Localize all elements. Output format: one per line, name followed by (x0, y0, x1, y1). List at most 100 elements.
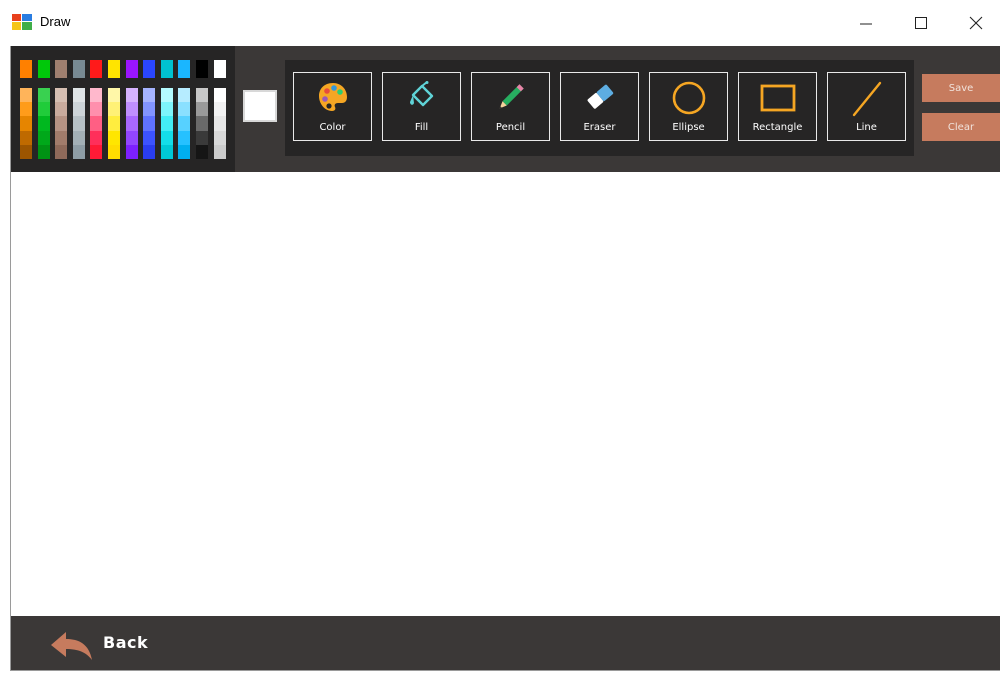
palette-shade-swatch[interactable] (196, 102, 208, 117)
palette-swatch[interactable] (125, 60, 138, 78)
eraser-tool-button[interactable]: Eraser (560, 72, 639, 141)
palette-swatch[interactable] (143, 60, 156, 78)
palette-shade-swatch[interactable] (37, 116, 50, 132)
palette-shade-swatch[interactable] (55, 88, 68, 103)
palette-shade-swatch[interactable] (143, 102, 156, 117)
bottom-bar: Back (11, 616, 1000, 670)
palette-shade-swatch[interactable] (90, 102, 103, 117)
palette-swatch[interactable] (178, 60, 191, 78)
palette-shade-swatch[interactable] (37, 144, 50, 160)
color-tool-button[interactable]: Color (293, 72, 372, 141)
pencil-icon (499, 84, 524, 109)
palette-shade-swatch[interactable] (90, 88, 103, 103)
palette-shade-swatch[interactable] (178, 130, 191, 146)
palette-shade-swatch[interactable] (55, 102, 68, 117)
palette-shade-swatch[interactable] (160, 88, 173, 103)
palette-shade-swatch[interactable] (213, 116, 226, 132)
palette-shade-swatch[interactable] (143, 88, 156, 103)
palette-shade-swatch[interactable] (213, 130, 226, 146)
ellipse-tool-button[interactable]: Ellipse (649, 72, 728, 141)
palette-shade-swatch[interactable] (20, 88, 32, 103)
palette-shade-swatch[interactable] (160, 130, 173, 146)
palette-swatch[interactable] (213, 60, 226, 78)
palette-shade-swatch[interactable] (125, 102, 138, 117)
palette-shade-swatch[interactable] (20, 116, 32, 132)
palette-swatch[interactable] (72, 60, 85, 78)
palette-shade-column (55, 88, 68, 160)
maximize-button[interactable] (895, 0, 947, 46)
palette-shade-swatch[interactable] (178, 102, 191, 117)
palette-shade-swatch[interactable] (196, 130, 208, 146)
palette-shade-swatch[interactable] (55, 116, 68, 132)
rectangle-tool-button[interactable]: Rectangle (738, 72, 817, 141)
palette-shade-column (37, 88, 50, 160)
palette-shade-swatch[interactable] (213, 102, 226, 117)
palette-shade-swatch[interactable] (72, 88, 85, 103)
line-icon (852, 81, 881, 117)
current-color-swatch[interactable] (243, 90, 277, 122)
line-tool-button[interactable]: Line (827, 72, 906, 141)
palette-shade-swatch[interactable] (125, 130, 138, 146)
palette-shade-swatch[interactable] (20, 130, 32, 146)
palette-shade-swatch[interactable] (143, 144, 156, 160)
palette-shade-swatch[interactable] (213, 144, 226, 160)
fill-tool-button[interactable]: Fill (382, 72, 461, 141)
palette-shade-swatch[interactable] (55, 130, 68, 146)
palette-shade-swatch[interactable] (72, 116, 85, 132)
palette-shade-swatch[interactable] (90, 116, 103, 132)
save-button[interactable]: Save (922, 74, 1000, 102)
palette-shade-swatch[interactable] (108, 116, 120, 132)
palette-shade-swatch[interactable] (196, 144, 208, 160)
palette-shade-swatch[interactable] (160, 144, 173, 160)
palette-shade-swatch[interactable] (108, 102, 120, 117)
palette-shade-swatch[interactable] (108, 144, 120, 160)
fill-tool-label: Fill (414, 122, 429, 133)
ellipse-icon (672, 81, 705, 115)
palette-swatch[interactable] (160, 60, 173, 78)
palette-shade-swatch[interactable] (72, 130, 85, 146)
palette-swatch[interactable] (55, 60, 68, 78)
back-button[interactable]: Back (41, 616, 161, 670)
palette-swatch[interactable] (20, 60, 32, 78)
palette-swatch[interactable] (90, 60, 103, 78)
palette-shade-swatch[interactable] (90, 130, 103, 146)
palette-shade-column (108, 88, 120, 160)
palette-shade-column (90, 88, 103, 160)
palette-shade-swatch[interactable] (143, 130, 156, 146)
palette-shade-swatch[interactable] (125, 116, 138, 132)
palette-shade-swatch[interactable] (20, 102, 32, 117)
palette-shade-swatch[interactable] (90, 144, 103, 160)
palette-shade-swatch[interactable] (37, 88, 50, 103)
palette-shade-swatch[interactable] (125, 144, 138, 160)
palette-shade-swatch[interactable] (160, 116, 173, 132)
clear-button[interactable]: Clear (922, 113, 1000, 141)
palette-shade-swatch[interactable] (20, 144, 32, 160)
palette-shade-column (125, 88, 138, 160)
palette-shade-swatch[interactable] (55, 144, 68, 160)
palette-shade-swatch[interactable] (196, 88, 208, 103)
palette-swatch[interactable] (108, 60, 120, 78)
back-arrow-icon (51, 632, 92, 660)
palette-shade-swatch[interactable] (37, 102, 50, 117)
palette-shade-swatch[interactable] (178, 88, 191, 103)
palette-shade-swatch[interactable] (196, 116, 208, 132)
palette-shade-swatch[interactable] (108, 130, 120, 146)
palette-shade-column (178, 88, 191, 160)
palette-shade-swatch[interactable] (125, 88, 138, 103)
pencil-tool-button[interactable]: Pencil (471, 72, 550, 141)
minimize-button[interactable] (840, 0, 892, 46)
palette-shade-swatch[interactable] (160, 102, 173, 117)
palette-shade-swatch[interactable] (72, 102, 85, 117)
palette-swatch[interactable] (196, 60, 208, 78)
palette-shade-swatch[interactable] (108, 88, 120, 103)
palette-shade-swatch[interactable] (178, 144, 191, 160)
palette-shade-swatch[interactable] (37, 130, 50, 146)
palette-swatch[interactable] (37, 60, 50, 78)
close-button[interactable] (950, 0, 1000, 46)
drawing-canvas[interactable] (11, 172, 1000, 616)
palette-shade-swatch[interactable] (178, 116, 191, 132)
palette-shade-swatch[interactable] (72, 144, 85, 160)
palette-shade-swatch[interactable] (143, 116, 156, 132)
palette-shade-swatch[interactable] (213, 88, 226, 103)
back-label: Back (103, 633, 149, 652)
